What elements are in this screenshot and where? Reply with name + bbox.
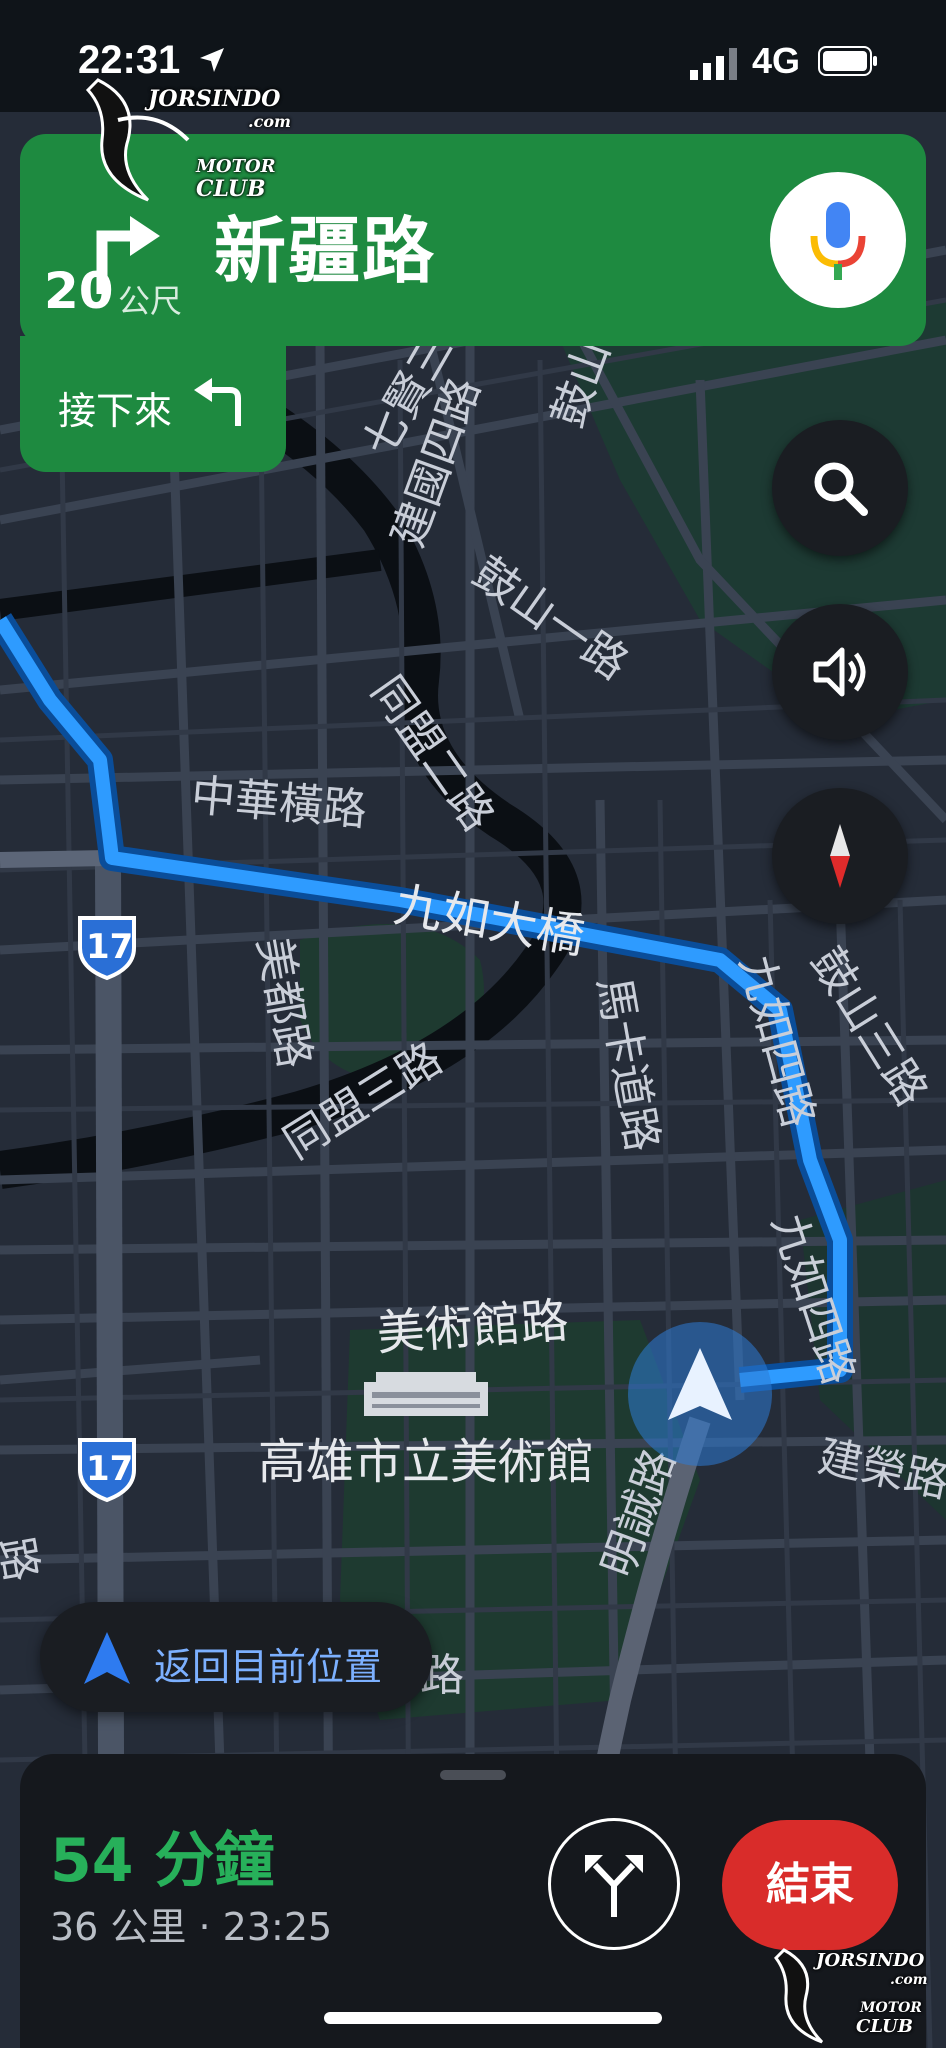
eta-distance-arrival: 36 公里 · 23:25 [50,1905,333,1949]
search-along-route-button[interactable] [772,420,908,556]
watermark-logo-bottom: JORSINDO .com MOTOR CLUB [770,1936,946,2048]
watermark-domain: .com [248,112,291,131]
recenter-label: 返回目前位置 [154,1645,383,1689]
next-turn-label: 接下來 [58,389,173,433]
distance-value: 20 [44,262,114,320]
watermark-club-top-bottom: MOTOR [860,2000,922,2016]
end-navigation-label: 結束 [766,1859,854,1910]
watermark-domain-bottom: .com [890,1972,928,1988]
highway-shield-17-top: 17 [78,916,136,981]
museum-building-icon [364,1372,488,1416]
sharp-left-arrow-icon [194,378,241,426]
watermark-club-bottom: CLUB [196,176,266,202]
highway-shield-17-bottom: 17 [78,1438,136,1503]
alternate-routes-button[interactable] [548,1818,680,1950]
compass-button[interactable] [772,788,908,924]
eta-duration: 54 分鐘 [50,1826,275,1896]
recenter-button[interactable]: 返回目前位置 [40,1602,432,1712]
route-options-icon [585,1855,643,1917]
map-label-museum: 高雄市立美術館 [258,1434,594,1490]
home-indicator[interactable] [324,2012,662,2024]
watermark-club-bottom-bottom: CLUB [856,2016,913,2037]
watermark-brand: JORSINDO [148,86,281,112]
end-navigation-button[interactable]: 結束 [722,1820,898,1950]
voice-search-button[interactable] [770,172,906,308]
microphone-icon [810,202,866,280]
signal-icon [690,48,737,80]
battery-icon [818,46,877,76]
watermark-brand-bottom: JORSINDO [816,1950,925,1971]
map-label-left-edge: 路 [0,1533,47,1585]
current-location-marker [628,1322,772,1466]
compass-icon [830,824,850,888]
highway-17-left [0,850,109,868]
watermark-logo-top: JORSINDO .com MOTOR CLUB [78,60,318,210]
distance-unit: 公尺 [118,282,183,320]
watermark-club-top: MOTOR [196,156,276,177]
navigation-arrow-icon [84,1632,130,1684]
eagle-logo-icon [85,78,190,202]
svg-text:17: 17 [86,1449,133,1489]
svg-text:17: 17 [86,927,133,967]
network-type: 4G [752,40,801,81]
sheet-drag-handle[interactable] [440,1770,506,1780]
search-icon [814,462,868,516]
next-turn-panel[interactable]: 接下來 [20,336,286,472]
sound-settings-button[interactable] [772,604,908,740]
speaker-icon [813,647,866,697]
